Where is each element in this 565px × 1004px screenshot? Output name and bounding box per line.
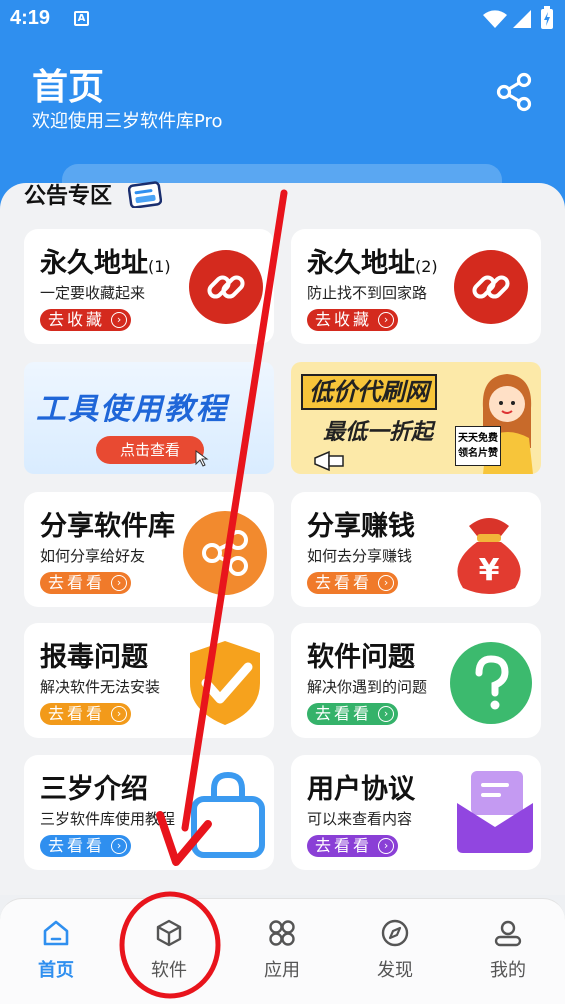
card-button[interactable]: 去看看 › bbox=[40, 835, 132, 857]
apps-grid-icon bbox=[269, 920, 295, 946]
card-permanent-address-2[interactable]: 永久地址(2) 防止找不到回家路 去收藏 › bbox=[291, 229, 541, 344]
card-desc: 三岁软件库使用教程 bbox=[40, 810, 176, 828]
promo-badge-line-2: 领名片赞 bbox=[458, 448, 498, 459]
wifi-icon bbox=[483, 10, 507, 28]
card-desc: 如何分享给好友 bbox=[40, 547, 146, 565]
promo-badge: 天天免费 领名片赞 bbox=[455, 426, 501, 466]
promo-line-1: 低价代刷网 bbox=[301, 374, 437, 410]
card-permanent-address-1[interactable]: 永久地址(1) 一定要收藏起来 去收藏 › bbox=[24, 229, 274, 344]
card-software-issue[interactable]: 软件问题 解决你遇到的问题 去看看 › bbox=[291, 623, 541, 738]
tab-label: 首页 bbox=[38, 960, 74, 981]
card-virus-warning[interactable]: 报毒问题 解决软件无法安装 去看看 › bbox=[24, 623, 274, 738]
notification-icon: A bbox=[74, 11, 89, 26]
status-time: 4:19 bbox=[10, 7, 51, 29]
card-title: 软件问题 bbox=[307, 642, 415, 673]
tab-home[interactable]: 首页 bbox=[16, 918, 96, 982]
card-button[interactable]: 去看看 › bbox=[307, 835, 399, 857]
card-desc: 一定要收藏起来 bbox=[40, 284, 146, 302]
notice-card-icon bbox=[128, 181, 162, 208]
tutorial-banner-button[interactable]: 点击查看 bbox=[96, 436, 204, 464]
card-title: 分享软件库 bbox=[40, 511, 175, 542]
shopping-bag-icon bbox=[191, 771, 265, 858]
link-icon bbox=[454, 250, 528, 324]
user-icon bbox=[494, 920, 522, 947]
card-desc: 可以来查看内容 bbox=[307, 810, 413, 828]
card-title: 分享赚钱 bbox=[307, 511, 415, 542]
tab-label: 应用 bbox=[264, 960, 300, 981]
tutorial-banner-title: 工具使用教程 bbox=[36, 392, 228, 427]
share-circle-icon bbox=[183, 511, 267, 595]
page-title: 首页 bbox=[32, 67, 105, 108]
card-button[interactable]: 去收藏 › bbox=[40, 309, 132, 331]
compass-icon bbox=[381, 919, 409, 947]
promo-badge-line-1: 天天免费 bbox=[458, 433, 498, 444]
card-title: 报毒问题 bbox=[40, 642, 148, 673]
status-bar: 4:19 A bbox=[0, 0, 565, 38]
tab-label: 发现 bbox=[377, 960, 413, 981]
tab-profile[interactable]: 我的 bbox=[468, 918, 548, 982]
card-title: 三岁介绍 bbox=[40, 774, 148, 805]
tab-discover[interactable]: 发现 bbox=[355, 918, 435, 982]
card-title: 永久地址(1) bbox=[40, 248, 171, 279]
tab-label: 软件 bbox=[151, 960, 187, 981]
document-envelope-icon bbox=[457, 771, 533, 853]
question-icon bbox=[450, 642, 532, 724]
tutorial-banner[interactable]: 工具使用教程 点击查看 bbox=[24, 362, 274, 474]
card-desc: 解决软件无法安装 bbox=[40, 678, 161, 696]
card-desc: 解决你遇到的问题 bbox=[307, 678, 428, 696]
share-icon[interactable] bbox=[495, 72, 533, 112]
home-icon bbox=[43, 920, 69, 946]
cursor-icon bbox=[195, 450, 209, 467]
link-icon bbox=[189, 250, 263, 324]
shield-check-icon bbox=[190, 641, 260, 725]
card-title: 用户协议 bbox=[307, 774, 415, 805]
card-button[interactable]: 去看看 › bbox=[40, 703, 132, 725]
card-desc: 防止找不到回家路 bbox=[307, 284, 428, 302]
promo-banner[interactable]: 低价代刷网 最低一折起 天天免费 领名片赞 bbox=[291, 362, 541, 474]
tab-software[interactable]: 软件 bbox=[129, 918, 209, 982]
cube-icon bbox=[156, 919, 182, 947]
promo-line-2: 最低一折起 bbox=[317, 418, 440, 448]
card-button[interactable]: 去收藏 › bbox=[307, 309, 399, 331]
signal-icon bbox=[513, 10, 531, 28]
megaphone-icon bbox=[314, 450, 344, 472]
card-button[interactable]: 去看看 › bbox=[307, 703, 399, 725]
tab-label: 我的 bbox=[490, 960, 526, 981]
card-share-library[interactable]: 分享软件库 如何分享给好友 去看看 › bbox=[24, 492, 274, 607]
battery-icon bbox=[541, 6, 553, 29]
card-user-agreement[interactable]: 用户协议 可以来查看内容 去看看 › bbox=[291, 755, 541, 870]
tab-apps[interactable]: 应用 bbox=[242, 918, 322, 982]
card-title: 永久地址(2) bbox=[307, 248, 438, 279]
card-button[interactable]: 去看看 › bbox=[40, 572, 132, 594]
card-share-earn[interactable]: 分享赚钱 如何去分享赚钱 去看看 › ¥ bbox=[291, 492, 541, 607]
card-desc: 如何去分享赚钱 bbox=[307, 547, 413, 565]
svg-text:¥: ¥ bbox=[479, 553, 500, 588]
card-button[interactable]: 去看看 › bbox=[307, 572, 399, 594]
card-about[interactable]: 三岁介绍 三岁软件库使用教程 去看看 › bbox=[24, 755, 274, 870]
notice-title: 公告专区 bbox=[24, 184, 113, 209]
page-subtitle: 欢迎使用三岁软件库Pro bbox=[32, 111, 223, 132]
money-bag-icon: ¥ bbox=[457, 518, 521, 594]
